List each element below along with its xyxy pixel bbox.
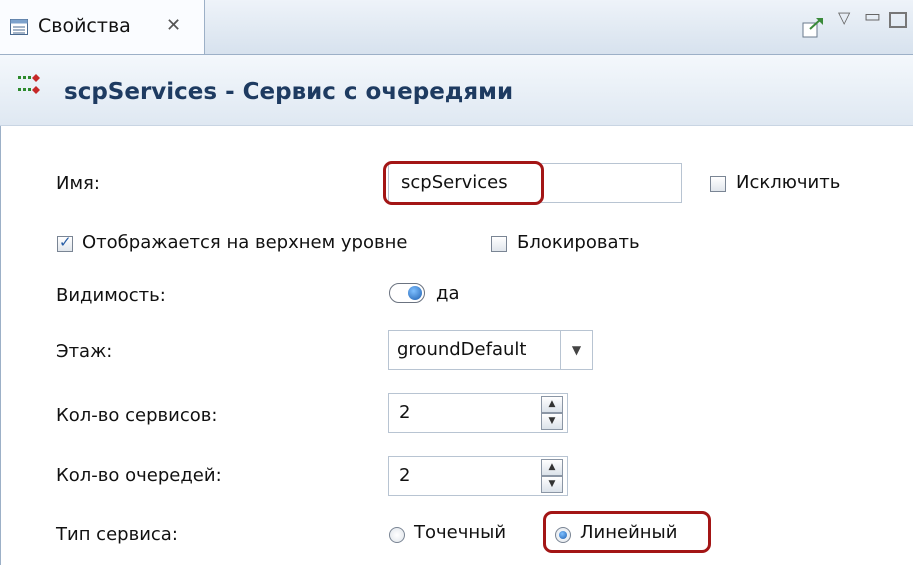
tab-label: Свойства bbox=[38, 15, 131, 37]
floor-value: groundDefault bbox=[397, 339, 527, 360]
decrement-icon[interactable]: ▼ bbox=[541, 413, 563, 430]
visibility-label: Видимость: bbox=[56, 285, 166, 306]
name-label: Имя: bbox=[56, 173, 100, 194]
tab-bar: Свойства ✕ ▽ ▭ bbox=[0, 0, 913, 55]
services-count-stepper[interactable]: 2 ▲ ▼ bbox=[388, 393, 568, 433]
increment-icon[interactable]: ▲ bbox=[541, 396, 563, 413]
decrement-icon[interactable]: ▼ bbox=[541, 476, 563, 493]
service-type-highlight bbox=[543, 511, 711, 553]
checkmark-icon: ✓ bbox=[59, 233, 72, 251]
tab-properties[interactable]: Свойства ✕ bbox=[0, 0, 205, 54]
minimize-icon[interactable]: ▭ bbox=[864, 6, 881, 27]
services-count-value: 2 bbox=[399, 402, 411, 423]
queue-service-icon bbox=[18, 74, 40, 94]
properties-panel: Свойства ✕ ▽ ▭ scpServices - Сервис с оч… bbox=[0, 0, 913, 565]
show-top-level-checkbox[interactable]: ✓ bbox=[57, 233, 73, 252]
show-top-level-label: Отображается на верхнем уровне bbox=[82, 232, 408, 253]
exclude-label: Исключить bbox=[736, 172, 841, 193]
pin-icon[interactable] bbox=[800, 14, 826, 40]
properties-icon bbox=[10, 19, 28, 35]
visibility-value: да bbox=[436, 283, 460, 304]
radio-point-label: Точечный bbox=[414, 522, 507, 543]
radio-point[interactable] bbox=[389, 527, 405, 543]
service-type-label: Тип сервиса: bbox=[56, 524, 178, 545]
lock-checkbox[interactable] bbox=[491, 236, 507, 252]
queues-count-label: Кол-во очередей: bbox=[56, 465, 222, 486]
lock-label: Блокировать bbox=[517, 232, 640, 253]
maximize-icon[interactable] bbox=[889, 12, 907, 28]
services-count-label: Кол-во сервисов: bbox=[56, 405, 218, 426]
queues-count-stepper[interactable]: 2 ▲ ▼ bbox=[388, 456, 568, 496]
close-icon[interactable]: ✕ bbox=[166, 15, 181, 37]
panel-border bbox=[0, 126, 1, 565]
visibility-toggle[interactable] bbox=[389, 283, 425, 303]
name-highlight bbox=[383, 161, 544, 205]
exclude-checkbox[interactable] bbox=[710, 176, 726, 192]
properties-title-bar: scpServices - Сервис с очередями bbox=[0, 55, 913, 126]
toggle-knob bbox=[408, 286, 422, 300]
floor-select[interactable]: groundDefault ▼ bbox=[388, 330, 593, 370]
page-title: scpServices - Сервис с очередями bbox=[64, 79, 514, 105]
floor-label: Этаж: bbox=[56, 341, 113, 362]
queues-count-value: 2 bbox=[399, 465, 411, 486]
view-menu-icon[interactable]: ▽ bbox=[838, 8, 850, 27]
increment-icon[interactable]: ▲ bbox=[541, 459, 563, 476]
chevron-down-icon[interactable]: ▼ bbox=[560, 331, 592, 369]
